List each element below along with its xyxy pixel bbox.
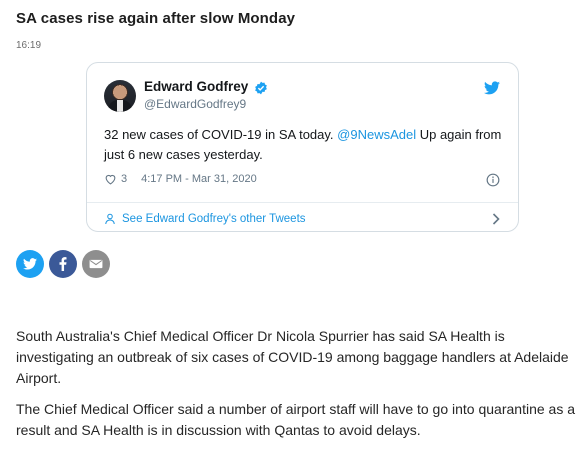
person-icon: [105, 213, 115, 225]
post-time: 16:19: [16, 40, 42, 51]
verified-badge-icon: [255, 81, 267, 95]
chevron-right-icon[interactable]: [492, 213, 500, 225]
share-buttons: [16, 250, 110, 278]
article-headline: SA cases rise again after slow Monday: [16, 10, 296, 27]
article-paragraph: South Australia's Chief Medical Officer …: [16, 328, 569, 386]
tweet-author-handle[interactable]: @EdwardGodfrey9: [144, 97, 246, 111]
tweet-meta: 3 4:17 PM - Mar 31, 2020: [104, 173, 257, 185]
tweet-text-start: 32 new cases of COVID-19 in SA today.: [104, 127, 338, 142]
see-other-tweets-label[interactable]: See Edward Godfrey's other Tweets: [122, 213, 306, 225]
see-other-tweets-link[interactable]: See Edward Godfrey's other Tweets: [104, 208, 518, 230]
heart-icon[interactable]: [104, 173, 117, 185]
share-twitter-button[interactable]: [16, 250, 44, 278]
tweet-author-name[interactable]: Edward Godfrey: [144, 79, 248, 94]
like-count[interactable]: 3: [121, 173, 127, 185]
tweet-mention-link[interactable]: @9NewsAdel: [337, 127, 416, 142]
twitter-bird-icon[interactable]: [484, 81, 500, 95]
tweet-timestamp[interactable]: 4:17 PM - Mar 31, 2020: [141, 173, 257, 185]
tweet-divider: [87, 202, 518, 203]
article-paragraph: The Chief Medical Officer said a number …: [16, 401, 576, 438]
share-facebook-button[interactable]: [49, 250, 77, 278]
share-email-button[interactable]: [82, 250, 110, 278]
info-icon[interactable]: [486, 173, 500, 187]
twitter-icon: [23, 258, 37, 270]
email-icon: [89, 259, 103, 269]
tweet-text: 32 new cases of COVID-19 in SA today. @9…: [104, 125, 509, 165]
facebook-icon: [59, 257, 67, 271]
embedded-tweet[interactable]: Edward Godfrey @EdwardGodfrey9 32 new ca…: [86, 62, 519, 232]
author-avatar[interactable]: [104, 80, 136, 112]
